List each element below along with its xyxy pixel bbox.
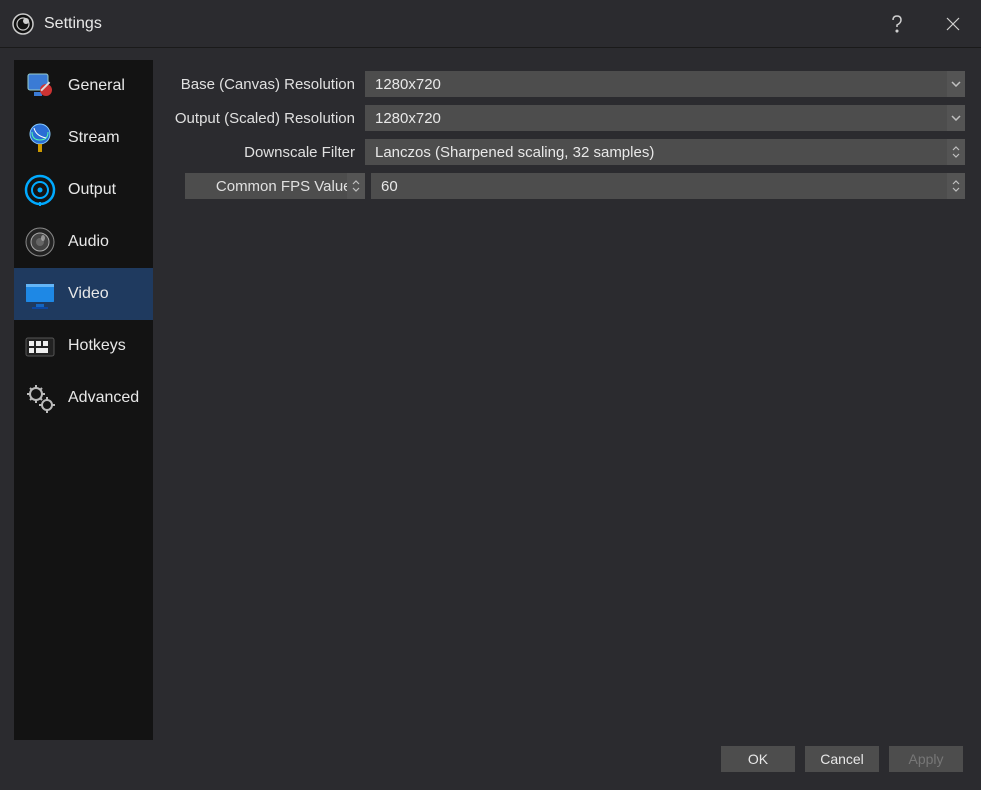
advanced-icon [20,378,60,418]
downscale-filter-label: Downscale Filter [167,144,365,161]
video-icon [20,274,60,314]
sidebar-item-label: Video [68,285,109,303]
sidebar-item-stream[interactable]: Stream [14,112,153,164]
apply-button[interactable]: Apply [889,746,963,772]
output-resolution-label: Output (Scaled) Resolution [167,110,365,127]
chevron-down-icon [947,105,965,131]
settings-sidebar[interactable]: General Stream Output Audio [14,60,153,740]
base-resolution-label: Base (Canvas) Resolution [167,76,365,93]
sidebar-item-label: General [68,77,125,95]
output-resolution-select[interactable]: 1280x720 [365,105,965,131]
fps-value: 60 [381,178,398,195]
sidebar-item-label: Hotkeys [68,337,126,355]
title-bar: Settings [0,0,981,48]
chevron-down-icon [947,71,965,97]
sidebar-item-general[interactable]: General [14,60,153,112]
general-icon [20,66,60,106]
sidebar-item-label: Advanced [68,389,139,407]
spinner-icon [947,139,965,165]
sidebar-item-audio[interactable]: Audio [14,216,153,268]
hotkeys-icon [20,326,60,366]
downscale-filter-value: Lanczos (Sharpened scaling, 32 samples) [375,144,654,161]
base-resolution-select[interactable]: 1280x720 [365,71,965,97]
sidebar-item-output[interactable]: Output [14,164,153,216]
help-button[interactable] [869,0,925,48]
sidebar-item-label: Stream [68,129,120,147]
base-resolution-value: 1280x720 [375,76,441,93]
sidebar-item-label: Output [68,181,116,199]
fps-value-select[interactable]: 60 [371,173,965,199]
ok-button[interactable]: OK [721,746,795,772]
output-resolution-value: 1280x720 [375,110,441,127]
audio-icon [20,222,60,262]
fps-type-select[interactable]: Common FPS Values [185,173,365,199]
sidebar-item-video[interactable]: Video [14,268,153,320]
sidebar-item-label: Audio [68,233,109,251]
fps-type-value: Common FPS Values [216,178,359,195]
downscale-filter-select[interactable]: Lanczos (Sharpened scaling, 32 samples) [365,139,965,165]
stream-icon [20,118,60,158]
close-button[interactable] [925,0,981,48]
obs-logo-icon [12,13,34,35]
spinner-icon [347,173,365,199]
window-title: Settings [44,15,869,33]
dialog-footer: OK Cancel Apply [0,740,981,778]
spinner-icon [947,173,965,199]
sidebar-item-hotkeys[interactable]: Hotkeys [14,320,153,372]
cancel-button[interactable]: Cancel [805,746,879,772]
output-icon [20,170,60,210]
video-settings-panel: Base (Canvas) Resolution 1280x720 Output… [167,60,967,740]
sidebar-item-advanced[interactable]: Advanced [14,372,153,424]
